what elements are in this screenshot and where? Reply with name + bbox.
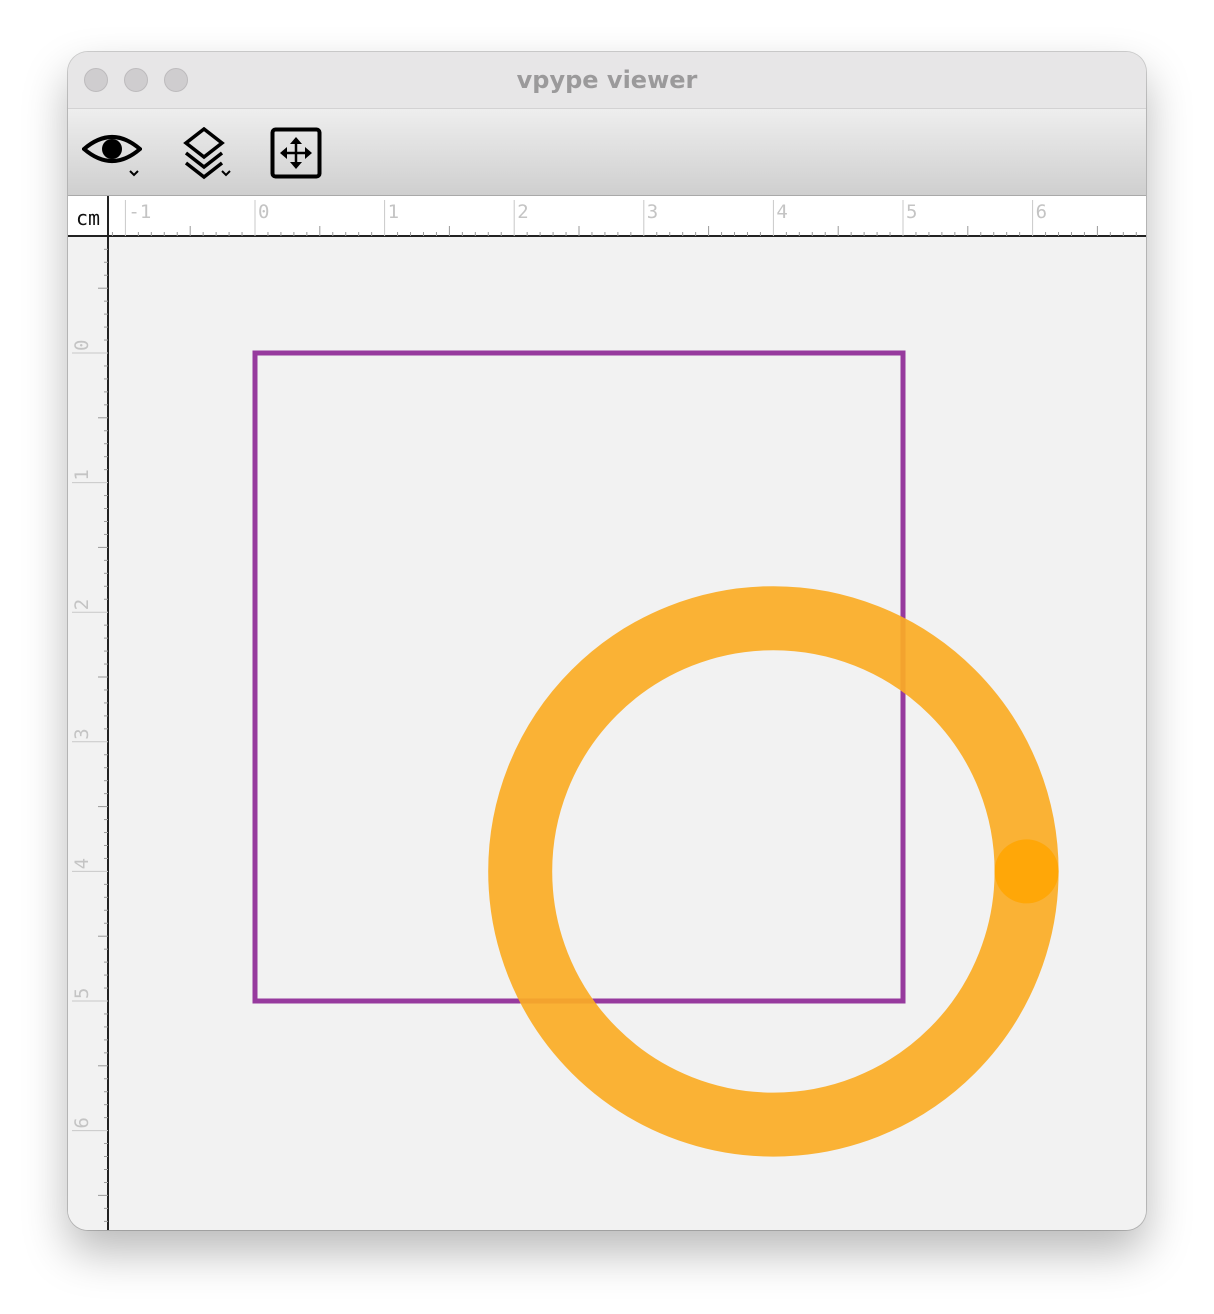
toolbar [68, 109, 1146, 196]
viewer-window: vpype viewer -1 0 1 2 3 4 5 6 0 1 2 3 4 … [68, 52, 1146, 1230]
v-ruler-label: 1 [71, 469, 93, 480]
h-ruler-label: -1 [128, 201, 151, 223]
h-ruler-label: 0 [258, 201, 269, 223]
h-ruler-label: 3 [647, 201, 658, 223]
window-title: vpype viewer [516, 66, 698, 94]
fit-to-page-icon [270, 127, 322, 179]
h-ruler-label: 5 [906, 201, 917, 223]
layers-menu-button[interactable] [180, 126, 238, 181]
pen-start-dot [994, 839, 1059, 904]
v-ruler-label: 3 [71, 728, 93, 739]
v-ruler-label: 5 [71, 988, 93, 999]
horizontal-ruler [68, 196, 1146, 236]
h-ruler-label: 4 [776, 201, 787, 223]
layers-icon [183, 126, 231, 180]
v-ruler-label: 2 [71, 599, 93, 610]
h-ruler-label: 2 [517, 201, 528, 223]
h-ruler-label: 1 [388, 201, 399, 223]
eye-icon [80, 135, 144, 177]
v-ruler-label: 0 [71, 340, 93, 351]
title-bar[interactable]: vpype viewer [68, 52, 1146, 109]
v-ruler-label: 6 [71, 1117, 93, 1128]
view-menu-button[interactable] [80, 127, 144, 181]
canvas-area[interactable]: -1 0 1 2 3 4 5 6 0 1 2 3 4 5 6 cm [68, 196, 1146, 1230]
fit-to-page-button[interactable] [270, 127, 322, 181]
ruler-unit-label[interactable]: cm [76, 206, 100, 230]
v-ruler-label: 4 [71, 858, 93, 869]
drawing-canvas[interactable]: -1 0 1 2 3 4 5 6 0 1 2 3 4 5 6 cm [68, 196, 1146, 1230]
h-ruler-label: 6 [1036, 201, 1047, 223]
